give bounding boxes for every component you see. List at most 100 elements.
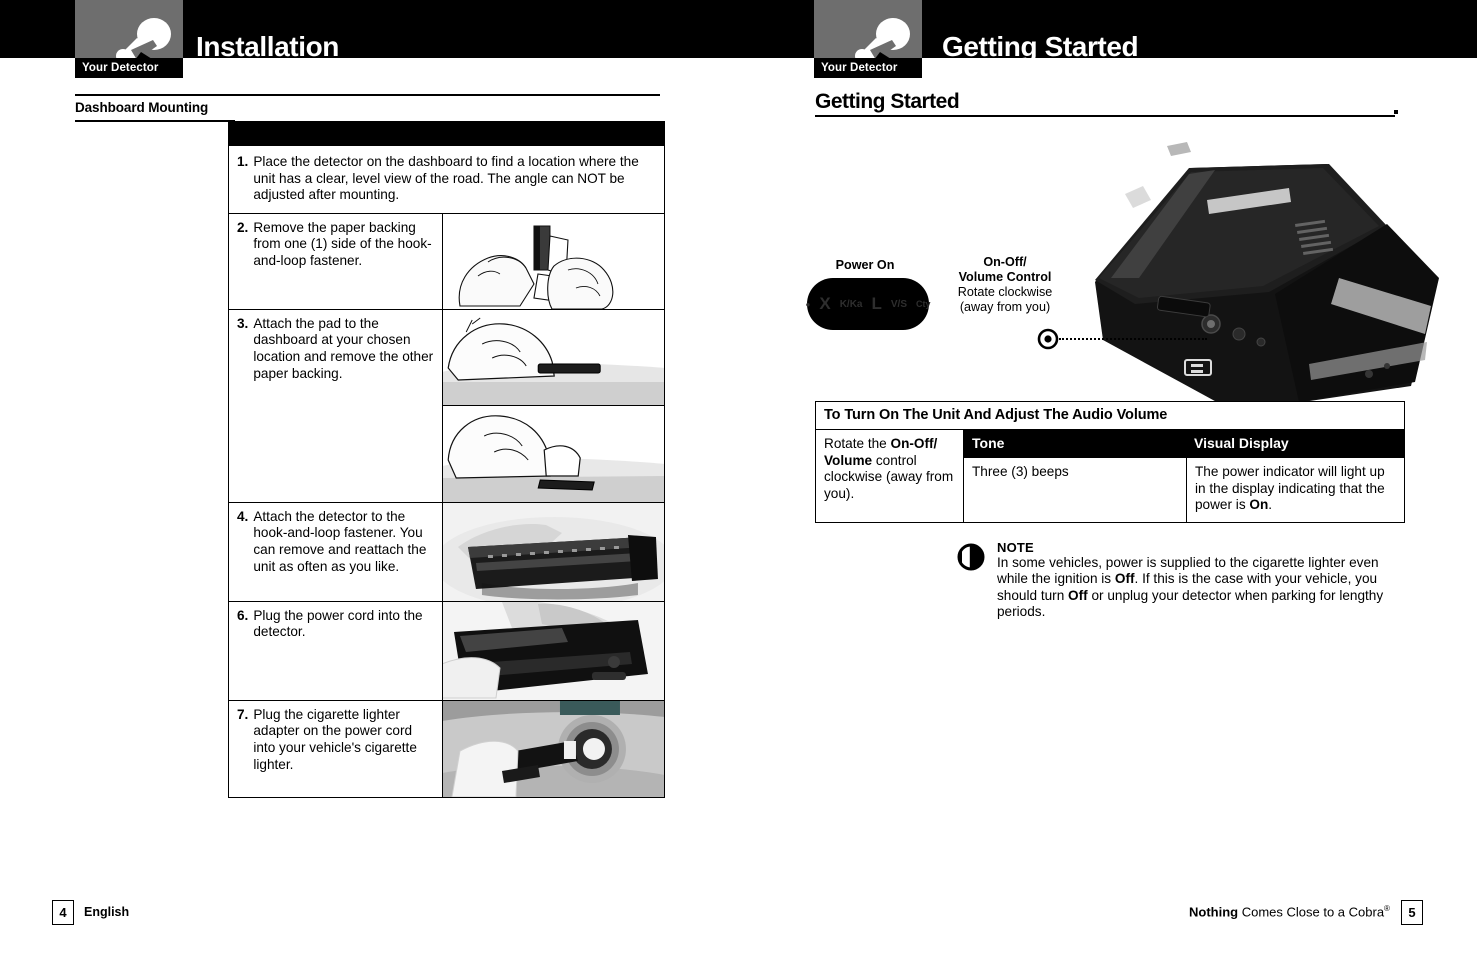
tone-visual-group: Tone Visual Display Three (3) beeps The … (963, 430, 1404, 522)
lcd-display-mock: ● X K/Ka L V/S Cty (805, 278, 931, 330)
table-row: 1. Place the detector on the dashboard t… (229, 145, 664, 213)
note-bold-off-1: Off (1114, 571, 1135, 587)
table-row: Three (3) beeps The power indicator will… (964, 457, 1404, 522)
table-title-turn-on: To Turn On The Unit And Adjust The Audio… (824, 407, 1168, 423)
table-column-headers: Tone Visual Display (964, 430, 1404, 457)
action-cell: Rotate the On-Off/Volume control clockwi… (816, 430, 963, 522)
installation-steps-table: 1. Place the detector on the dashboard t… (228, 121, 665, 798)
page-right-getting-started: Your Detector Getting Started Getting St… (739, 0, 1477, 975)
lcd-seg-x: X (819, 294, 831, 313)
note-block: NOTE In some vehicles, power is supplied… (957, 540, 1407, 621)
step-number-4: 4. (237, 508, 249, 524)
lcd-segments: ● X K/Ka L V/S Cty (805, 278, 931, 330)
lcd-seg-l: L (871, 294, 882, 313)
cobra-radar-detector-photo (1039, 128, 1459, 418)
section-heading-getting-started: Getting Started (815, 90, 960, 113)
chapter-tab-right: Your Detector (814, 0, 922, 78)
step-cell-2: 2. Remove the paper backing from one (1)… (229, 214, 442, 309)
note-icon (957, 543, 985, 571)
action-pre: Rotate the (824, 436, 891, 451)
table-row: 2. Remove the paper backing from one (1)… (229, 212, 664, 309)
action-bold-volume: Volume (824, 452, 873, 468)
page-left-installation: Your Detector Installation Dashboard Mou… (0, 0, 738, 975)
hand-peeling-fastener-illustration (443, 213, 664, 309)
callout-volume-desc-1: Rotate clockwise (957, 285, 1053, 299)
callout-target-dot-icon (1037, 328, 1059, 350)
step-image-3a (442, 309, 664, 405)
callout-volume-title-2: Volume Control (958, 270, 1052, 284)
step-cell-7: 7. Plug the cigarette lighter adapter on… (229, 701, 442, 797)
step-cell-6: 6. Plug the power cord into the detector… (229, 602, 442, 700)
chapter-title-left: Installation (196, 31, 339, 62)
chapter-tab-label-right: Your Detector (814, 58, 922, 78)
footer-tagline: Nothing Comes Close to a Cobra® (1189, 904, 1390, 919)
step-image-4 (442, 502, 664, 601)
footer-registered-mark: ® (1384, 904, 1390, 913)
step-text-4: Attach the detector to the hook-and-loop… (253, 508, 427, 574)
note-title: NOTE (997, 540, 1034, 555)
step-image-2 (442, 213, 664, 309)
table-header-black-bar (229, 122, 664, 145)
table-row: Rotate the On-Off/Volume control clockwi… (816, 429, 1404, 522)
step-image-6 (442, 601, 664, 700)
step-number-7: 7. (237, 706, 249, 722)
note-body: In some vehicles, power is supplied to t… (997, 555, 1407, 621)
visual-post: . (1268, 497, 1273, 513)
step-cell-1: 1. Place the detector on the dashboard t… (229, 146, 664, 213)
visual-bold-on: On (1249, 497, 1269, 513)
step-text-3: Attach the pad to the dashboard at your … (253, 315, 434, 381)
hand-removing-backing-illustration (442, 405, 664, 502)
step-number-6: 6. (237, 607, 249, 623)
section-heading-dashboard-mounting: Dashboard Mounting (75, 100, 209, 115)
step-cell-4: 4. Attach the detector to the hook-and-l… (229, 503, 442, 601)
lcd-seg-cty: Cty (916, 299, 931, 309)
page-number-left: 4 (52, 900, 74, 925)
visual-pre: The power indicator will light up in the… (1195, 464, 1385, 513)
step-image-3b (442, 404, 664, 502)
turn-on-unit-table: To Turn On The Unit And Adjust The Audio… (815, 401, 1405, 523)
callout-volume-desc-2: (away from you) (959, 300, 1051, 314)
chapter-title-right: Getting Started (942, 31, 1139, 62)
cell-tone-value: Three (3) beeps (972, 464, 1069, 479)
table-row: 3. Attach the pad to the dashboard at yo… (229, 308, 664, 502)
section-rule-end-dot (1394, 110, 1398, 114)
cell-visual-display-value: The power indicator will light up in the… (1186, 458, 1404, 522)
lcd-seg-vs: V/S (890, 298, 907, 310)
footer-tagline-bold: Nothing (1189, 904, 1239, 920)
lcd-seg-kka: K/Ka (839, 298, 863, 310)
footer-tagline-rest: Comes Close to a Cobra (1238, 904, 1385, 920)
power-indicator-dot: ● (805, 299, 811, 309)
step-text-7: Plug the cigarette lighter adapter on th… (253, 706, 417, 772)
section-rule-right (815, 115, 1395, 117)
heading-rule-bottom-left (75, 120, 235, 122)
callout-volume-control: On-Off/ Volume Control Rotate clockwise … (935, 255, 1075, 315)
table-row: 7. Plug the cigarette lighter adapter on… (229, 699, 664, 797)
table-row: 6. Plug the power cord into the detector… (229, 600, 664, 700)
page-number-right: 5 (1401, 900, 1423, 925)
step-text-1: Place the detector on the dashboard to f… (253, 154, 639, 203)
heading-rule-top-left (75, 94, 660, 96)
step-cell-3: 3. Attach the pad to the dashboard at yo… (229, 310, 442, 502)
callout-volume-title-1: On-Off/ (983, 255, 1027, 269)
detector-on-fastener-photo (443, 502, 664, 601)
chapter-tab-left: Your Detector (75, 0, 183, 78)
action-bold-onoff: On-Off/ (890, 436, 938, 451)
chapter-tab-label-left: Your Detector (75, 58, 183, 78)
step-text-2: Remove the paper backing from one (1) si… (253, 219, 432, 268)
power-cord-into-detector-photo (443, 601, 664, 700)
step-image-7 (442, 700, 664, 797)
step-number-2: 2. (237, 219, 249, 235)
column-header-visual-display: Visual Display (1194, 435, 1289, 451)
callout-power-on-label: Power On (835, 258, 895, 272)
step-image-stack-3 (441, 309, 664, 502)
callout-leader-line (1059, 338, 1207, 340)
column-header-tone: Tone (972, 435, 1005, 451)
step-number-3: 3. (237, 315, 249, 331)
cigarette-lighter-plug-photo (443, 700, 664, 797)
hand-pressing-pad-illustration (442, 309, 664, 405)
footer-language-label: English (84, 905, 130, 919)
step-number-1: 1. (237, 154, 249, 169)
table-row: 4. Attach the detector to the hook-and-l… (229, 501, 664, 601)
note-bold-off-2: Off (1068, 587, 1088, 603)
step-text-6: Plug the power cord into the detector. (253, 607, 423, 640)
